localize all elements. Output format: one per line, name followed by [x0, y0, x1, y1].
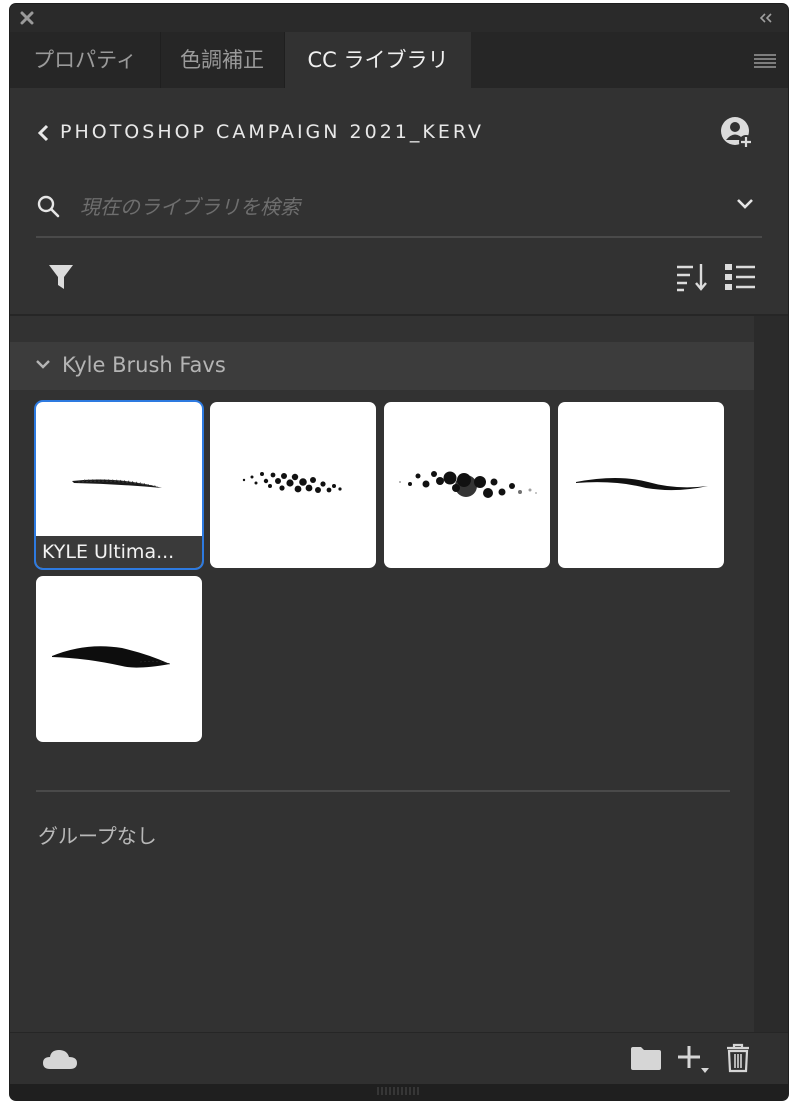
blurred-dots-stroke-preview: [399, 471, 537, 498]
library-header: PHOTOSHOP CAMPAIGN 2021_KERV: [10, 88, 788, 258]
library-toolbar: [10, 258, 788, 314]
group-name: Kyle Brush Favs: [62, 353, 226, 377]
hamburger-menu-icon[interactable]: [754, 54, 776, 68]
library-title[interactable]: PHOTOSHOP CAMPAIGN 2021_KERV: [60, 121, 484, 143]
scrollbar[interactable]: [754, 316, 788, 1034]
sort-icon[interactable]: [676, 262, 708, 292]
bold-ink-stroke-preview: [52, 646, 171, 668]
cloud-icon[interactable]: [42, 1047, 78, 1071]
tab-properties[interactable]: プロパティ: [10, 32, 161, 88]
ungrouped-label: グループなし: [38, 824, 157, 848]
invite-user-icon[interactable]: [720, 116, 754, 150]
resize-grip-icon[interactable]: [376, 1086, 422, 1096]
list-view-icon[interactable]: [724, 262, 756, 292]
brush-tile-label: KYLE Ultima...: [36, 536, 202, 568]
smooth-tapered-stroke-preview: [576, 478, 708, 491]
search-input[interactable]: [78, 188, 702, 226]
filter-icon[interactable]: [48, 263, 74, 291]
chevron-left-icon[interactable]: [36, 124, 50, 142]
folder-icon[interactable]: [630, 1045, 662, 1071]
library-content: Kyle Brush Favs KYLE Ultima... グループなし: [10, 314, 788, 1034]
close-icon[interactable]: [20, 11, 34, 25]
search-bar: [36, 184, 762, 238]
panel-bottombar: [10, 1032, 788, 1085]
trash-icon[interactable]: [726, 1043, 750, 1073]
add-icon[interactable]: [676, 1043, 710, 1075]
section-divider: [36, 790, 730, 792]
search-icon: [37, 195, 60, 218]
chevron-down-icon[interactable]: [736, 198, 754, 210]
chevron-down-icon[interactable]: [36, 360, 50, 370]
cc-libraries-panel: プロパティ 色調補正 CC ライブラリ PHOTOSHOP CAMPAIGN 2…: [10, 4, 788, 1100]
panel-tabbar: プロパティ 色調補正 CC ライブラリ: [10, 32, 788, 88]
panel-titlebar: [10, 4, 788, 32]
tab-adjustments[interactable]: 色調補正: [160, 32, 285, 88]
tab-cc-libraries[interactable]: CC ライブラリ: [285, 32, 471, 88]
resize-strip[interactable]: [10, 1084, 788, 1100]
brush-tile[interactable]: [36, 576, 202, 742]
brush-tile[interactable]: [384, 402, 550, 568]
double-chevron-left-icon[interactable]: [758, 13, 774, 23]
brush-tile[interactable]: [558, 402, 724, 568]
group-header[interactable]: Kyle Brush Favs: [10, 342, 754, 390]
brush-tile[interactable]: [210, 402, 376, 568]
brush-tile[interactable]: KYLE Ultima...: [36, 402, 202, 568]
halftone-dots-stroke-preview: [242, 472, 342, 493]
